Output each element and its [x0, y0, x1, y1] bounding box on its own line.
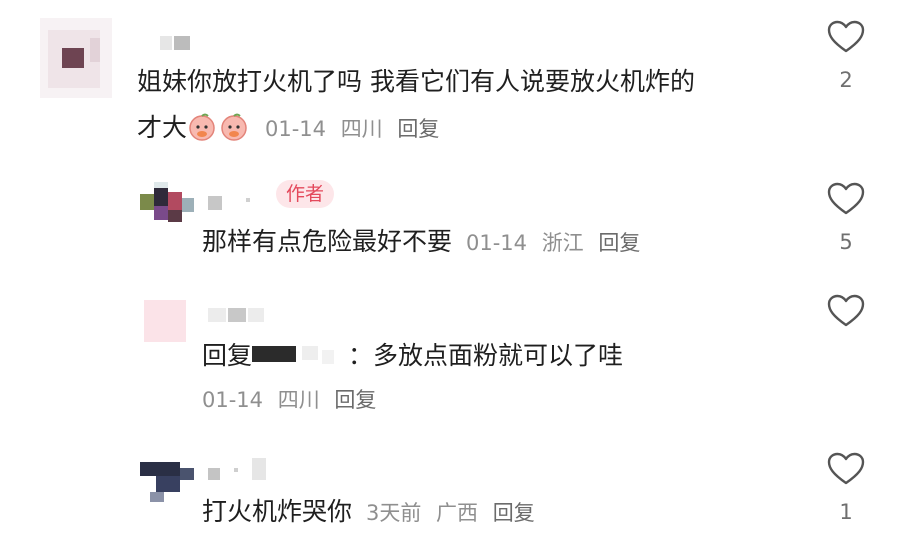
peach-face-emoji-icon: [221, 113, 247, 141]
comment-location: 四川: [340, 117, 383, 141]
comment-text: 那样有点危险最好不要: [202, 227, 453, 256]
username-pixelated[interactable]: [208, 458, 268, 480]
comment-location: 浙江: [541, 231, 584, 255]
reply-prefix: 回复: [202, 341, 253, 370]
avatar[interactable]: [140, 458, 196, 504]
username-pixelated[interactable]: [160, 36, 192, 50]
comment-text-continued: 才大 01-14 四川 回复: [137, 112, 447, 144]
like-button[interactable]: [824, 452, 868, 486]
comment-date: 01-14: [202, 388, 264, 412]
username-pixelated[interactable]: [208, 196, 278, 210]
like-count: 2: [839, 68, 853, 92]
like-count: 1: [839, 500, 853, 524]
like-button[interactable]: [824, 294, 868, 328]
avatar[interactable]: [144, 300, 186, 342]
comment-text: ：多放点面粉就可以了哇: [348, 341, 624, 370]
author-badge: 作者: [276, 180, 335, 208]
reply-button[interactable]: 回复: [334, 388, 376, 412]
peach-face-emoji-icon: [189, 113, 215, 141]
comment-text: 打火机炸哭你: [202, 497, 353, 526]
mentioned-user-pixelated[interactable]: [252, 342, 348, 368]
comment-meta: 01-14 四川 回复: [202, 386, 384, 414]
comment-date: 01-14: [465, 231, 527, 255]
reply-button[interactable]: 回复: [493, 501, 535, 525]
comment-text-tail: 才大: [137, 113, 188, 142]
reply-text-row: 打火机炸哭你 3天前 广西 回复: [202, 496, 543, 528]
heart-icon: [827, 294, 865, 327]
comment-location: 四川: [277, 388, 320, 412]
like-button[interactable]: [824, 20, 868, 54]
reply-button[interactable]: 回复: [397, 117, 439, 141]
comment-location: 广西: [436, 501, 479, 525]
heart-icon: [827, 20, 865, 53]
like-count: 5: [839, 230, 853, 254]
like-button[interactable]: [824, 182, 868, 216]
username-pixelated[interactable]: [208, 308, 268, 322]
reply-text-row: 回复 ：多放点面粉就可以了哇: [202, 340, 623, 372]
reply-text-row: 那样有点危险最好不要 01-14 浙江 回复: [202, 226, 648, 258]
comment-date: 01-14: [264, 117, 326, 141]
heart-icon: [827, 452, 865, 485]
comment-date: 3天前: [365, 501, 422, 525]
reply-button[interactable]: 回复: [598, 231, 640, 255]
comment-text: 姐妹你放打火机了吗 我看它们有人说要放火机炸的: [137, 67, 695, 96]
avatar[interactable]: [40, 18, 112, 98]
heart-icon: [827, 182, 865, 215]
avatar[interactable]: [140, 182, 198, 232]
